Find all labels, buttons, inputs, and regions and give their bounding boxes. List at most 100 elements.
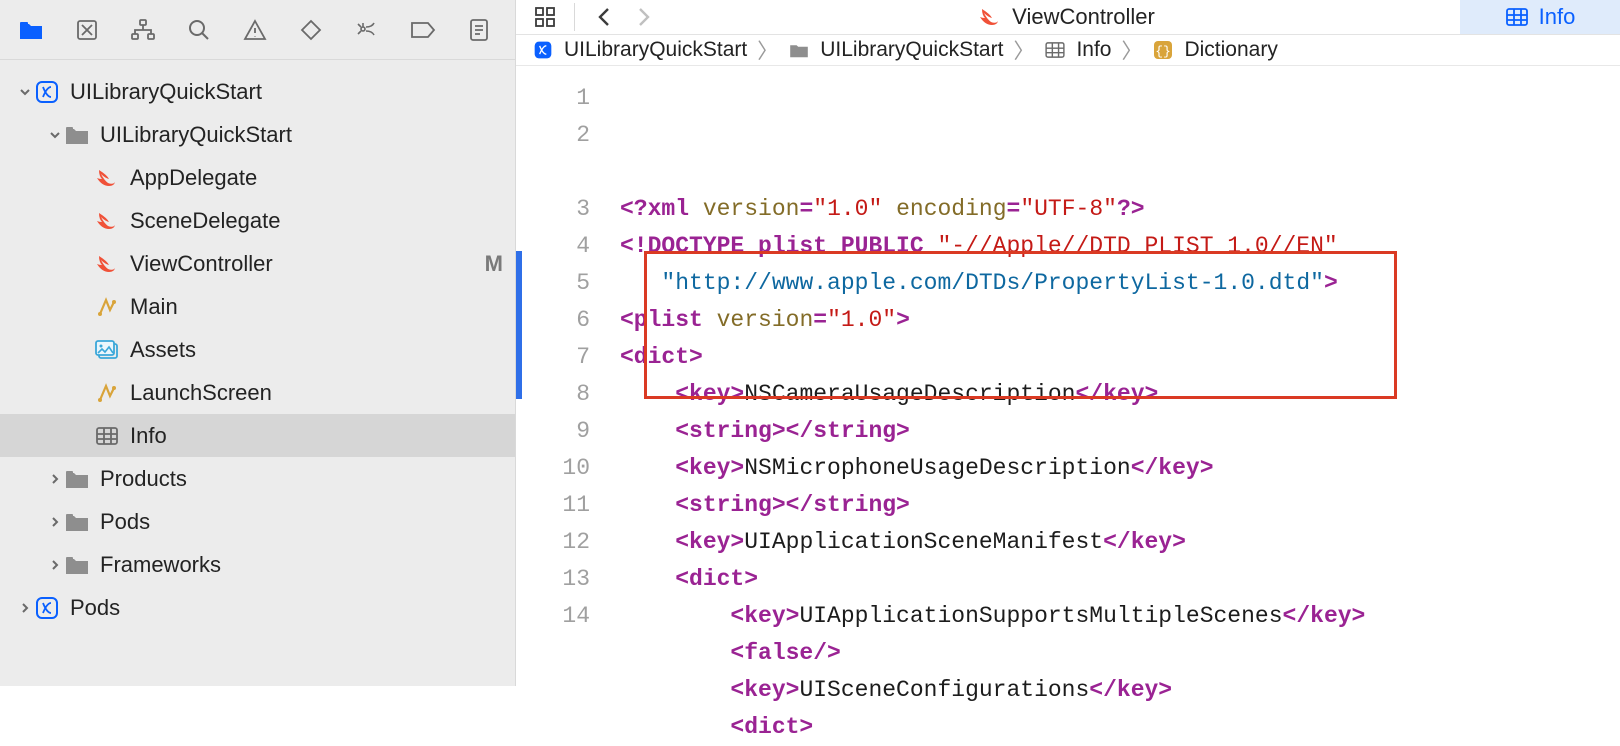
code-line[interactable]: <key>UISceneConfigurations</key> bbox=[620, 672, 1604, 709]
swift-icon bbox=[94, 208, 120, 234]
nav-forward-icon[interactable] bbox=[627, 0, 661, 34]
test-navigator-icon[interactable] bbox=[294, 13, 328, 47]
code-line[interactable]: <key>NSMicrophoneUsageDescription</key> bbox=[620, 450, 1604, 487]
swift-icon bbox=[94, 251, 120, 277]
tree-item-launchscreen[interactable]: LaunchScreen bbox=[0, 371, 515, 414]
xcodeproj-icon bbox=[532, 39, 554, 61]
find-navigator-icon[interactable] bbox=[182, 13, 216, 47]
code-area[interactable]: <?xml version="1.0" encoding="UTF-8"?><!… bbox=[612, 66, 1620, 746]
folder-icon bbox=[64, 509, 90, 535]
storyboard-icon bbox=[94, 294, 120, 320]
project-tree: UILibraryQuickStart UILibraryQuickStart … bbox=[0, 60, 515, 686]
tree-root-project[interactable]: UILibraryQuickStart bbox=[0, 70, 515, 113]
tree-item-viewcontroller[interactable]: ViewControllerM bbox=[0, 242, 515, 285]
code-line[interactable]: <?xml version="1.0" encoding="UTF-8"?> bbox=[620, 191, 1604, 228]
tree-item-assets[interactable]: Assets bbox=[0, 328, 515, 371]
tab-bar: ViewController Info bbox=[516, 0, 1620, 35]
symbol-navigator-icon[interactable] bbox=[126, 13, 160, 47]
tree-label: Frameworks bbox=[100, 552, 503, 578]
breadcrumb-sep: 〉 bbox=[1121, 35, 1142, 65]
tree-group-folder[interactable]: UILibraryQuickStart bbox=[0, 113, 515, 156]
breadcrumb-project[interactable]: UILibraryQuickStart bbox=[564, 38, 747, 62]
chevron-right-icon[interactable] bbox=[16, 602, 34, 614]
dictionary-icon: {} bbox=[1152, 39, 1174, 61]
code-line[interactable]: "http://www.apple.com/DTDs/PropertyList-… bbox=[620, 265, 1604, 302]
tree-item-main[interactable]: Main bbox=[0, 285, 515, 328]
code-line[interactable]: <!DOCTYPE plist PUBLIC "-//Apple//DTD PL… bbox=[620, 228, 1604, 265]
tree-item-info[interactable]: Info bbox=[0, 414, 515, 457]
breadcrumb-sep: 〉 bbox=[757, 35, 778, 65]
code-line[interactable]: <string></string> bbox=[620, 487, 1604, 524]
tree-item-scenedelegate[interactable]: SceneDelegate bbox=[0, 199, 515, 242]
tree-label: SceneDelegate bbox=[130, 208, 503, 234]
folder-icon bbox=[64, 466, 90, 492]
tab-label: ViewController bbox=[1012, 4, 1155, 30]
breadcrumb-folder[interactable]: UILibraryQuickStart bbox=[820, 38, 1003, 62]
tree-label: Main bbox=[130, 294, 503, 320]
nav-back-icon[interactable] bbox=[587, 0, 621, 34]
code-line[interactable]: <dict> bbox=[620, 339, 1604, 376]
assets-icon bbox=[94, 337, 120, 363]
report-navigator-icon[interactable] bbox=[462, 13, 496, 47]
chevron-down-icon[interactable] bbox=[46, 129, 64, 141]
xcodeproj-icon bbox=[34, 79, 60, 105]
navigator-sidebar: UILibraryQuickStart UILibraryQuickStart … bbox=[0, 0, 516, 686]
chevron-right-icon[interactable] bbox=[46, 473, 64, 485]
tree-pods-group[interactable]: Pods bbox=[0, 500, 515, 543]
code-line[interactable]: <key>UIApplicationSupportsMultipleScenes… bbox=[620, 598, 1604, 635]
related-items-icon[interactable] bbox=[528, 0, 562, 34]
tab-info[interactable]: Info bbox=[1460, 0, 1620, 34]
plist-icon bbox=[1505, 5, 1529, 29]
code-line[interactable]: <dict> bbox=[620, 709, 1604, 746]
tree-label: ViewController bbox=[130, 251, 477, 277]
code-line[interactable]: <dict> bbox=[620, 561, 1604, 598]
code-line[interactable]: <plist version="1.0"> bbox=[620, 302, 1604, 339]
code-line[interactable]: <key>NSCameraUsageDescription</key> bbox=[620, 376, 1604, 413]
folder-icon bbox=[788, 39, 810, 61]
swift-icon bbox=[978, 5, 1002, 29]
debug-navigator-icon[interactable] bbox=[350, 13, 384, 47]
code-line[interactable]: <false/> bbox=[620, 635, 1604, 672]
tree-label: UILibraryQuickStart bbox=[70, 79, 503, 105]
navigator-toolbar bbox=[0, 0, 515, 60]
breadcrumb-sep: 〉 bbox=[1013, 35, 1034, 65]
breadcrumb-file[interactable]: Info bbox=[1076, 38, 1111, 62]
tree-label: Info bbox=[130, 423, 503, 449]
breakpoint-navigator-icon[interactable] bbox=[406, 13, 440, 47]
breadcrumb[interactable]: UILibraryQuickStart 〉 UILibraryQuickStar… bbox=[516, 35, 1620, 66]
tree-item-appdelegate[interactable]: AppDelegate bbox=[0, 156, 515, 199]
tree-label: LaunchScreen bbox=[130, 380, 503, 406]
xcodeproj-icon bbox=[34, 595, 60, 621]
plist-icon bbox=[94, 423, 120, 449]
breadcrumb-node[interactable]: Dictionary bbox=[1184, 38, 1277, 62]
tree-label: Products bbox=[100, 466, 503, 492]
tree-label: UILibraryQuickStart bbox=[100, 122, 503, 148]
chevron-right-icon[interactable] bbox=[46, 516, 64, 528]
tree-label: Pods bbox=[70, 595, 503, 621]
source-control-navigator-icon[interactable] bbox=[70, 13, 104, 47]
project-navigator-icon[interactable] bbox=[14, 13, 48, 47]
tab-label: Info bbox=[1539, 4, 1576, 30]
issue-navigator-icon[interactable] bbox=[238, 13, 272, 47]
storyboard-icon bbox=[94, 380, 120, 406]
line-gutter: 1234567891011121314 bbox=[516, 66, 612, 746]
tree-label: Assets bbox=[130, 337, 503, 363]
code-line[interactable]: <string></string> bbox=[620, 413, 1604, 450]
tab-viewcontroller[interactable]: ViewController bbox=[673, 0, 1460, 34]
tree-pods-project[interactable]: Pods bbox=[0, 586, 515, 629]
editor-pane: ViewController Info UILibraryQuickStart … bbox=[516, 0, 1620, 686]
tree-label: Pods bbox=[100, 509, 503, 535]
plist-icon bbox=[1044, 39, 1066, 61]
tree-label: AppDelegate bbox=[130, 165, 503, 191]
chevron-down-icon[interactable] bbox=[16, 86, 34, 98]
svg-text:{}: {} bbox=[1156, 44, 1172, 59]
tree-frameworks[interactable]: Frameworks bbox=[0, 543, 515, 586]
tree-products[interactable]: Products bbox=[0, 457, 515, 500]
folder-icon bbox=[64, 552, 90, 578]
change-indicator bbox=[516, 251, 522, 399]
chevron-right-icon[interactable] bbox=[46, 559, 64, 571]
folder-icon bbox=[64, 122, 90, 148]
code-line[interactable]: <key>UIApplicationSceneManifest</key> bbox=[620, 524, 1604, 561]
swift-icon bbox=[94, 165, 120, 191]
code-editor[interactable]: 1234567891011121314 <?xml version="1.0" … bbox=[516, 66, 1620, 746]
